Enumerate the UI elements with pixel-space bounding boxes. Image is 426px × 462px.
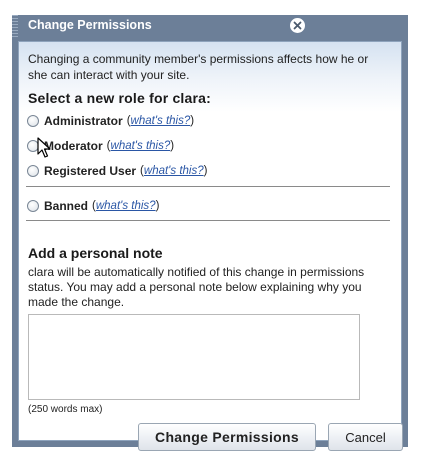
dialog-title: Change Permissions — [28, 18, 152, 32]
banned-radio[interactable] — [27, 200, 39, 212]
registered-user-label: Registered User — [44, 164, 137, 178]
intro-text: Changing a community member's permission… — [28, 52, 369, 82]
administrator-label: Administrator — [44, 114, 123, 128]
word-limit-hint: (250 words max) — [28, 404, 103, 415]
moderator-radio[interactable] — [27, 140, 39, 152]
note-divider — [26, 220, 390, 221]
administrator-radio[interactable] — [27, 115, 39, 127]
role-option-banned[interactable]: Banned (what's this?) — [27, 197, 159, 215]
role-option-registered-user[interactable]: Registered User (what's this?) — [27, 162, 207, 180]
banned-help-link[interactable]: what's this? — [96, 200, 156, 212]
registered-user-radio[interactable] — [27, 165, 39, 177]
administrator-help-link[interactable]: what's this? — [131, 115, 191, 127]
close-icon[interactable] — [290, 18, 305, 33]
personal-note-textarea[interactable] — [28, 314, 360, 400]
note-description: clara will be automatically notified of … — [28, 265, 365, 309]
registered-user-help-link[interactable]: what's this? — [144, 165, 204, 177]
banned-label: Banned — [44, 199, 89, 213]
role-option-moderator[interactable]: Moderator (what's this?) — [27, 137, 174, 155]
drag-grip-icon[interactable] — [12, 15, 18, 37]
role-divider — [26, 186, 390, 187]
dialog-body: Changing a community member's permission… — [18, 41, 403, 451]
cancel-button[interactable]: Cancel — [328, 423, 403, 451]
change-permissions-dialog: Change Permissions Changing a community … — [12, 15, 408, 451]
change-permissions-button[interactable]: Change Permissions — [138, 423, 316, 451]
moderator-label: Moderator — [44, 139, 103, 153]
moderator-help-link[interactable]: what's this? — [111, 140, 171, 152]
note-heading: Add a personal note — [28, 245, 163, 261]
dialog-titlebar[interactable]: Change Permissions — [12, 15, 314, 37]
role-heading: Select a new role for clara: — [28, 90, 212, 106]
role-option-administrator[interactable]: Administrator (what's this?) — [27, 112, 194, 130]
